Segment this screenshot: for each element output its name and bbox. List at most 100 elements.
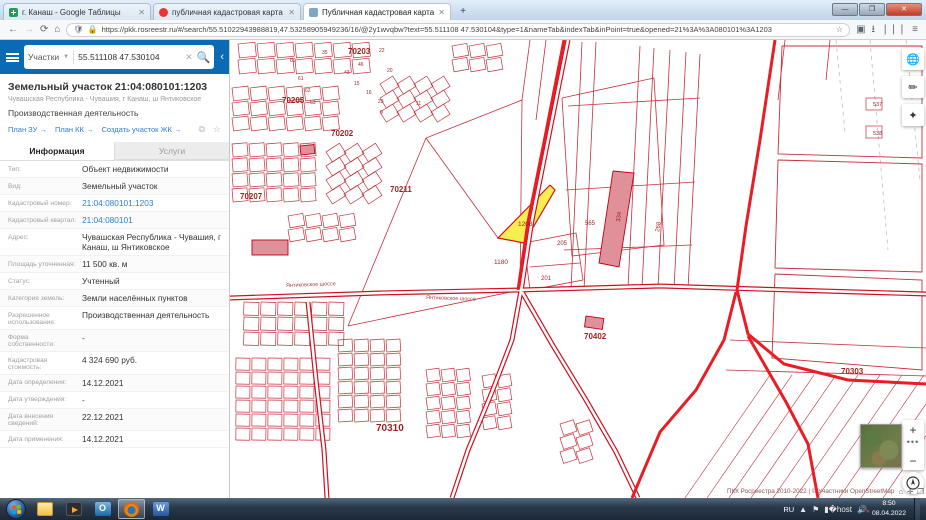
info-value: Земельный участок xyxy=(82,181,221,191)
info-label: Разрешенное использование: xyxy=(8,310,82,326)
taskbar-clock[interactable]: 8:50 08.04.2022 xyxy=(872,499,906,518)
bookmark-star-icon[interactable]: ☆ xyxy=(836,25,843,34)
search-box[interactable]: Участки ▼ 55.511108 47.530104 ✕ 🔍 xyxy=(24,45,214,69)
taskbar-firefox-button[interactable] xyxy=(118,499,145,519)
zoom-out-button[interactable]: − xyxy=(902,451,924,470)
info-label: Площадь уточненная: xyxy=(8,259,82,269)
action-center-flag-icon[interactable]: ⚑ xyxy=(812,505,819,514)
map-label: 1180 xyxy=(494,259,508,266)
zoom-controls: + ••• − xyxy=(902,420,924,470)
hidden-icons-arrow[interactable]: ▲ xyxy=(799,505,807,514)
maximize-button[interactable]: ❐ xyxy=(859,3,885,16)
info-row: Тип:Объект недвижимости xyxy=(0,161,229,178)
new-tab-button[interactable]: + xyxy=(455,5,471,20)
collapse-panel-icon[interactable]: ‹ xyxy=(219,51,225,63)
hamburger-icon[interactable] xyxy=(6,53,19,62)
plan-link-2[interactable]: Создать участок ЖК → xyxy=(101,125,181,134)
map-label: 70310 xyxy=(376,423,404,434)
clock-date: 08.04.2022 xyxy=(872,509,906,519)
screen: г. Канаш - Google Таблицы✕публичная када… xyxy=(0,0,926,520)
download-icon[interactable]: ⭳ xyxy=(872,25,876,35)
tab-close-icon[interactable]: ✕ xyxy=(438,8,445,17)
info-row: Кадастровая стоимость:4 324 690 руб. xyxy=(0,352,229,375)
layers-button[interactable]: 🌐 xyxy=(902,48,924,70)
map-label: 1203 xyxy=(518,221,533,228)
search-category-select[interactable]: Участки xyxy=(28,52,59,62)
shield-icon[interactable]: 🛡 xyxy=(73,25,83,34)
volume-muted-icon[interactable]: 🔊 xyxy=(857,505,867,514)
plan-link-1[interactable]: План КК → xyxy=(55,125,94,134)
home-map-icon[interactable]: ⌂ xyxy=(898,487,903,496)
info-label: Вид: xyxy=(8,181,82,191)
satellite-minimap[interactable] xyxy=(860,424,902,468)
forward-icon[interactable]: → xyxy=(24,25,34,35)
tab-favicon xyxy=(309,8,318,17)
tab-services[interactable]: Услуги xyxy=(115,142,229,160)
map-attribution: ПКК Росреестра 2010-2022 | © Участники O… xyxy=(727,487,924,496)
map-label: 61 xyxy=(298,76,304,82)
address-bar[interactable]: 🛡 🔒 https://pkk.rosreestr.ru/#/search/55… xyxy=(66,23,850,37)
browser-tab-0[interactable]: г. Канаш - Google Таблицы✕ xyxy=(3,3,151,20)
minimize-button[interactable]: — xyxy=(832,3,858,16)
back-icon[interactable]: ← xyxy=(8,25,18,35)
zoom-more-button[interactable]: ••• xyxy=(907,439,919,451)
url-text[interactable]: https://pkk.rosreestr.ru/#/search/55.510… xyxy=(102,25,832,34)
info-value: 4 324 690 руб. xyxy=(82,355,221,371)
language-indicator[interactable]: RU xyxy=(783,505,794,514)
map-label: Янтиковское шоссе xyxy=(286,281,336,289)
crosshair-icon[interactable]: ✛ xyxy=(907,487,913,496)
lock-icon[interactable]: 🔒 xyxy=(88,25,98,34)
map-label: 22 xyxy=(379,48,385,54)
export-icon[interactable]: ⧉ xyxy=(198,124,204,135)
network-icon[interactable]: ▮�host xyxy=(824,505,852,514)
extensions-icon[interactable]: ▣ xyxy=(856,25,865,35)
clear-search-icon[interactable]: ✕ xyxy=(185,52,193,63)
close-button[interactable]: ✕ xyxy=(886,3,922,16)
taskbar-explorer-button[interactable] xyxy=(31,499,58,519)
info-value[interactable]: 21:04:080101:1203 xyxy=(82,198,221,208)
info-label: Кадастровая стоимость: xyxy=(8,355,82,371)
tab-close-icon[interactable]: ✕ xyxy=(288,8,295,17)
show-desktop-button[interactable] xyxy=(914,498,920,520)
search-icon[interactable]: 🔍 xyxy=(197,51,211,64)
info-value: Объект недвижимости xyxy=(82,164,221,174)
map-canvas[interactable]: 7020370205702027020770211703107040270303… xyxy=(230,40,926,498)
start-button[interactable] xyxy=(6,499,26,519)
fullscreen-icon[interactable]: ❒ xyxy=(917,487,924,496)
map-label: 537 xyxy=(873,102,882,108)
tab-information[interactable]: Информация xyxy=(0,142,115,160)
map-label: 538 xyxy=(873,131,882,137)
firefox-icon xyxy=(124,502,139,517)
plan-link-0[interactable]: План ЗУ → xyxy=(8,125,47,134)
parcel-usage: Производственная деятельность xyxy=(8,108,221,118)
info-label: Категория земель: xyxy=(8,293,82,303)
measure-button[interactable]: ✏ xyxy=(902,76,924,98)
info-value: 14.12.2021 xyxy=(82,434,221,444)
taskbar-word-button[interactable]: W xyxy=(147,499,174,519)
taskbar-mediaplayer-button[interactable] xyxy=(60,499,87,519)
reload-icon[interactable]: ⟳ xyxy=(40,25,48,35)
info-value: 11 500 кв. м xyxy=(82,259,221,269)
taskbar-outlook-button[interactable]: O xyxy=(89,499,116,519)
home-icon[interactable]: ⌂ xyxy=(54,25,60,35)
info-label: Кадастровый квартал: xyxy=(8,215,82,225)
windows-taskbar: O W RU ▲ ⚑ ▮�host 🔊 8:50 08.04.2022 xyxy=(0,498,926,520)
map-label: 43 xyxy=(344,70,350,76)
map-label: 201 xyxy=(541,276,552,282)
info-row: Дата утверждения:- xyxy=(0,392,229,409)
library-icon[interactable]: ❘❘❘ xyxy=(881,25,906,35)
info-value[interactable]: 21:04:080101 xyxy=(82,215,221,225)
favorite-star-icon[interactable]: ☆ xyxy=(213,124,221,135)
cadastral-map[interactable]: 7020370205702027020770211703107040270303… xyxy=(230,40,926,498)
chevron-down-icon[interactable]: ▼ xyxy=(63,54,69,60)
info-value: - xyxy=(82,333,221,349)
browser-tab-2[interactable]: Публичная кадастровая карта✕ xyxy=(303,3,451,20)
info-label: Дата внесения сведений: xyxy=(8,412,82,428)
marker-button[interactable]: ✦ xyxy=(902,104,924,126)
plan-links: План ЗУ → План КК → Создать участок ЖК → ⧉ ☆ xyxy=(8,124,221,135)
map-label: 205 xyxy=(557,241,568,247)
tab-close-icon[interactable]: ✕ xyxy=(138,8,145,17)
search-input[interactable]: 55.511108 47.530104 xyxy=(78,52,181,62)
browser-tab-1[interactable]: публичная кадастровая карта✕ xyxy=(153,3,301,20)
menu-icon[interactable]: ≡ xyxy=(912,25,918,35)
